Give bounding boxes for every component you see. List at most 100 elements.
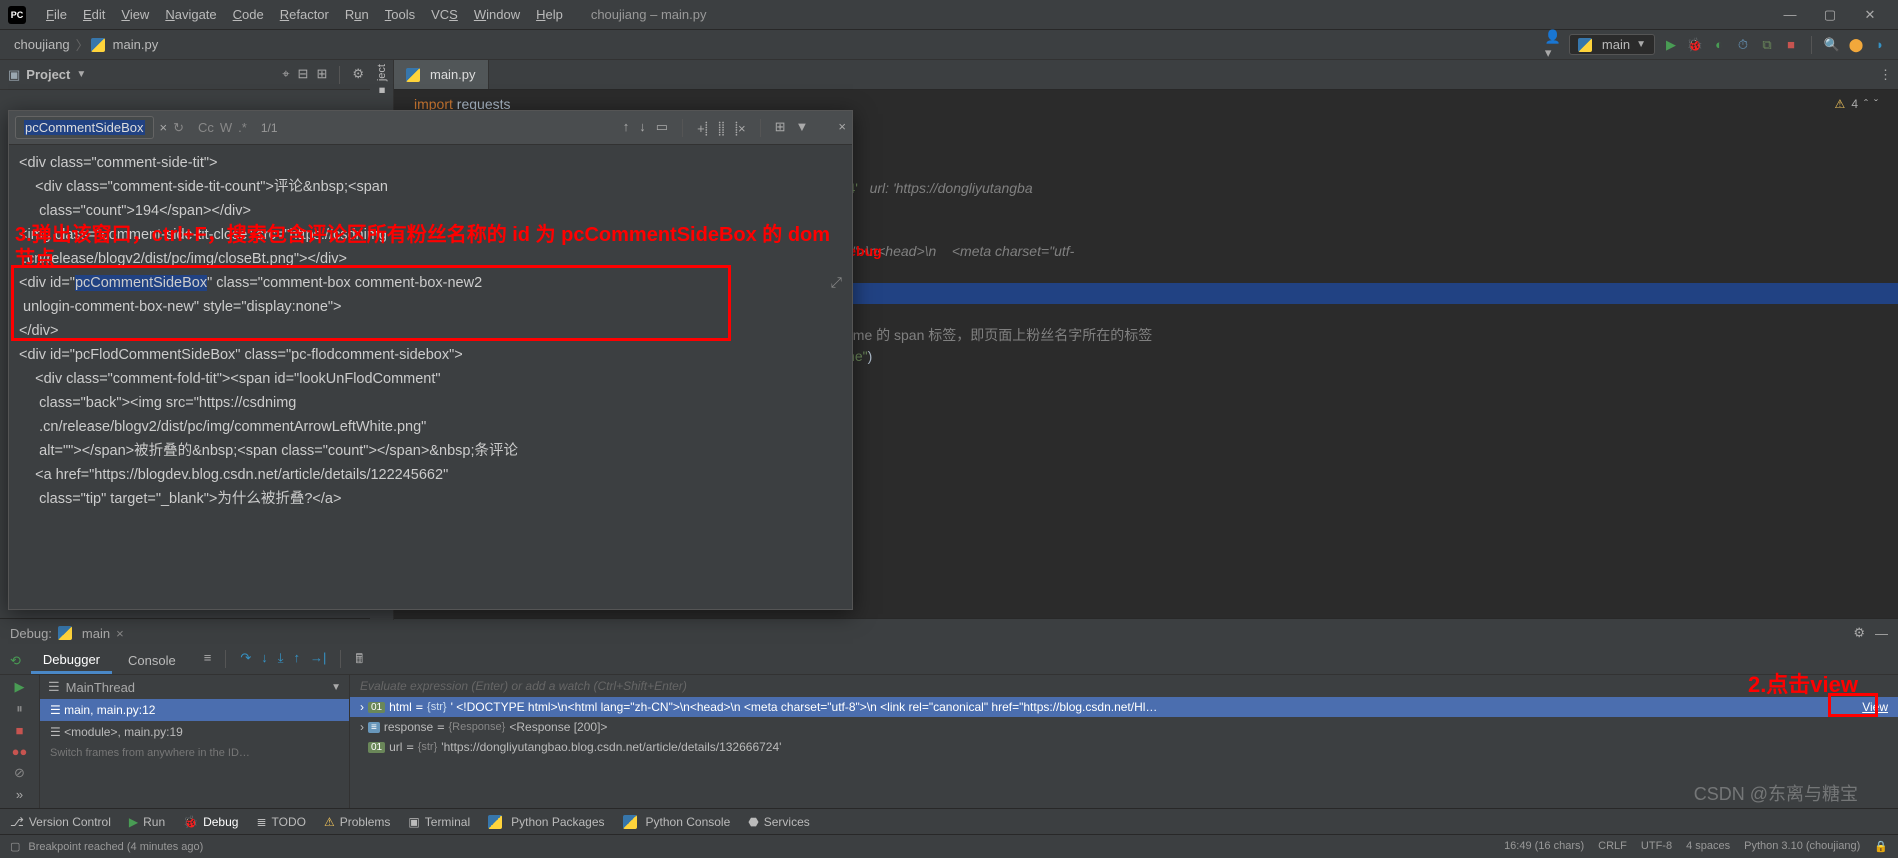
pause-icon[interactable]: ⏸ [16, 701, 23, 717]
status-indent[interactable]: 4 spaces [1686, 840, 1730, 853]
debug-tab-close-icon[interactable]: × [116, 626, 124, 641]
stack-frame-0[interactable]: ☰ main, main.py:12 [40, 699, 349, 721]
find-add-selection-icon[interactable]: +⸽ [697, 119, 708, 137]
find-select-all-icon[interactable]: ⸽⸽ [718, 119, 725, 137]
user-icon[interactable]: 👤▾ [1545, 37, 1561, 53]
inspection-widget[interactable]: ⚠ 4 ˆ ˇ [1835, 94, 1878, 115]
view-link[interactable]: View [1862, 700, 1888, 714]
stack-frame-1[interactable]: ☰ <module>, main.py:19 [40, 721, 349, 743]
editor-tab-main[interactable]: main.py [394, 60, 489, 89]
project-view-icon: ▣ [8, 67, 20, 83]
evaluate-icon[interactable]: 🖩 [355, 650, 363, 672]
find-case-toggle[interactable]: Cc [198, 120, 214, 135]
debug-hide-icon[interactable]: — [1875, 626, 1888, 641]
debugger-tab[interactable]: Debugger [31, 648, 112, 674]
status-lock-icon[interactable]: 🔒 [1874, 840, 1888, 853]
menu-file[interactable]: File [38, 7, 75, 22]
mute-breakpoints-icon[interactable]: ⊘ [14, 765, 25, 781]
find-select-icon[interactable]: ▭ [656, 119, 668, 137]
find-filter-icon[interactable]: ▼ [796, 119, 809, 137]
run-button[interactable]: ▶ [1663, 37, 1679, 53]
menu-edit[interactable]: Edit [75, 7, 113, 22]
menu-run[interactable]: Run [337, 7, 377, 22]
find-pin-icon[interactable]: ⊞ [775, 119, 786, 137]
debug-side-toolbar: ▶ ⏸ ■ ●● ⊘ » [0, 675, 40, 808]
stop-icon[interactable]: ■ [16, 723, 24, 738]
breadcrumb-project[interactable]: choujiang [10, 37, 74, 52]
find-input[interactable]: pcCommentSideBox [15, 116, 154, 139]
tool-services[interactable]: ⬣Services [748, 815, 810, 829]
maximize-button[interactable]: ▢ [1810, 7, 1850, 23]
tool-problems[interactable]: ⚠Problems [324, 815, 390, 829]
collapse-all-icon[interactable]: ⊞ [316, 66, 327, 84]
expand-all-icon[interactable]: ⊟ [298, 66, 309, 84]
menu-code[interactable]: Code [225, 7, 272, 22]
find-remove-selection-icon[interactable]: ⸽× [735, 119, 746, 137]
console-tab[interactable]: Console [116, 649, 188, 672]
status-interpreter[interactable]: Python 3.10 (choujiang) [1744, 840, 1860, 853]
concurrent-button[interactable]: ⧉ [1759, 37, 1775, 53]
run-to-cursor-icon[interactable]: →| [310, 650, 326, 672]
profile-button[interactable]: ⏱ [1735, 37, 1751, 53]
resume-icon[interactable]: ▶ [15, 679, 25, 695]
status-line-sep[interactable]: CRLF [1598, 840, 1627, 853]
find-next-icon[interactable]: ↓ [639, 119, 646, 137]
evaluate-input[interactable]: Evaluate expression (Enter) or add a wat… [350, 675, 1898, 697]
step-over-icon[interactable]: ↷ [240, 650, 251, 672]
find-history-icon[interactable]: ↻ [173, 120, 184, 136]
status-encoding[interactable]: UTF-8 [1641, 840, 1672, 853]
tool-debug[interactable]: 🐞Debug [183, 815, 238, 829]
thread-selector[interactable]: ☰ MainThread ▼ [40, 675, 349, 699]
editor-more-icon[interactable]: ⋮ [1879, 67, 1890, 83]
menu-vcs[interactable]: VCS [423, 7, 466, 22]
ide-updates-icon[interactable]: ⬤ [1848, 37, 1864, 53]
tool-python-packages[interactable]: Python Packages [488, 815, 604, 829]
debug-button[interactable]: 🐞 [1687, 37, 1703, 53]
project-dropdown-icon[interactable]: ▼ [76, 69, 86, 80]
menu-navigate[interactable]: Navigate [157, 7, 224, 22]
find-close-icon[interactable]: × [160, 120, 168, 135]
variable-response[interactable]: ›≡ response = {Response} <Response [200]… [350, 717, 1898, 737]
tool-terminal[interactable]: ▣Terminal [408, 815, 470, 829]
close-button[interactable]: ✕ [1850, 7, 1890, 23]
menu-view[interactable]: View [113, 7, 157, 22]
find-regex-toggle[interactable]: .* [238, 120, 247, 135]
minimize-button[interactable]: — [1770, 7, 1810, 23]
run-configuration-selector[interactable]: main ▼ [1569, 34, 1655, 55]
menu-tools[interactable]: Tools [377, 7, 423, 22]
select-opened-file-icon[interactable]: ⌖ [282, 66, 289, 84]
step-into-icon[interactable]: ↓ [261, 650, 268, 672]
coverage-button[interactable]: ◐ [1711, 37, 1727, 53]
view-breakpoints-icon[interactable]: ●● [12, 744, 28, 759]
show-exec-point-icon[interactable]: ≡ [204, 650, 212, 672]
tool-run[interactable]: ▶Run [129, 815, 165, 829]
tool-python-console[interactable]: Python Console [623, 815, 731, 829]
code-with-me-icon[interactable]: ◗ [1872, 37, 1888, 53]
find-words-toggle[interactable]: W [220, 120, 232, 135]
status-caret-pos[interactable]: 16:49 (16 chars) [1504, 840, 1584, 853]
find-close-button[interactable]: × [838, 119, 846, 137]
find-query-text: pcCommentSideBox [24, 120, 145, 135]
tool-version-control[interactable]: ⎇Version Control [10, 815, 111, 829]
sidebar-tab-project[interactable]: ■ ject [374, 60, 390, 100]
search-everywhere-button[interactable]: 🔍 [1824, 37, 1840, 53]
project-label[interactable]: Project [26, 67, 70, 82]
menu-window[interactable]: Window [466, 7, 528, 22]
rerun-icon[interactable]: ⟲ [10, 653, 21, 669]
stop-button[interactable]: ■ [1783, 37, 1799, 53]
debug-settings-icon[interactable]: ⚙ [1853, 625, 1865, 641]
step-out-icon[interactable]: ↑ [293, 650, 300, 672]
breadcrumb-file[interactable]: main.py [109, 37, 163, 52]
status-tool-windows-icon[interactable]: ▢ [10, 840, 20, 853]
variable-url[interactable]: ›01 url = {str} 'https://dongliyutangbao… [350, 737, 1898, 757]
find-prev-icon[interactable]: ↑ [623, 119, 630, 137]
menu-refactor[interactable]: Refactor [272, 7, 337, 22]
find-result-body[interactable]: 3.弹出该窗口，ctrl+F，搜索包含评论区所有粉丝名称的 id 为 pcCom… [9, 145, 852, 609]
settings-icon[interactable]: ⚙ [352, 66, 364, 84]
variable-html[interactable]: ›01 html = {str} ' <!DOCTYPE html>\n<htm… [350, 697, 1898, 717]
debug-more-icon[interactable]: » [16, 787, 23, 802]
step-into-my-icon[interactable]: ⤓ [278, 650, 284, 672]
tool-todo[interactable]: ≣TODO [256, 815, 306, 829]
python-file-icon [91, 38, 105, 52]
menu-help[interactable]: Help [528, 7, 571, 22]
